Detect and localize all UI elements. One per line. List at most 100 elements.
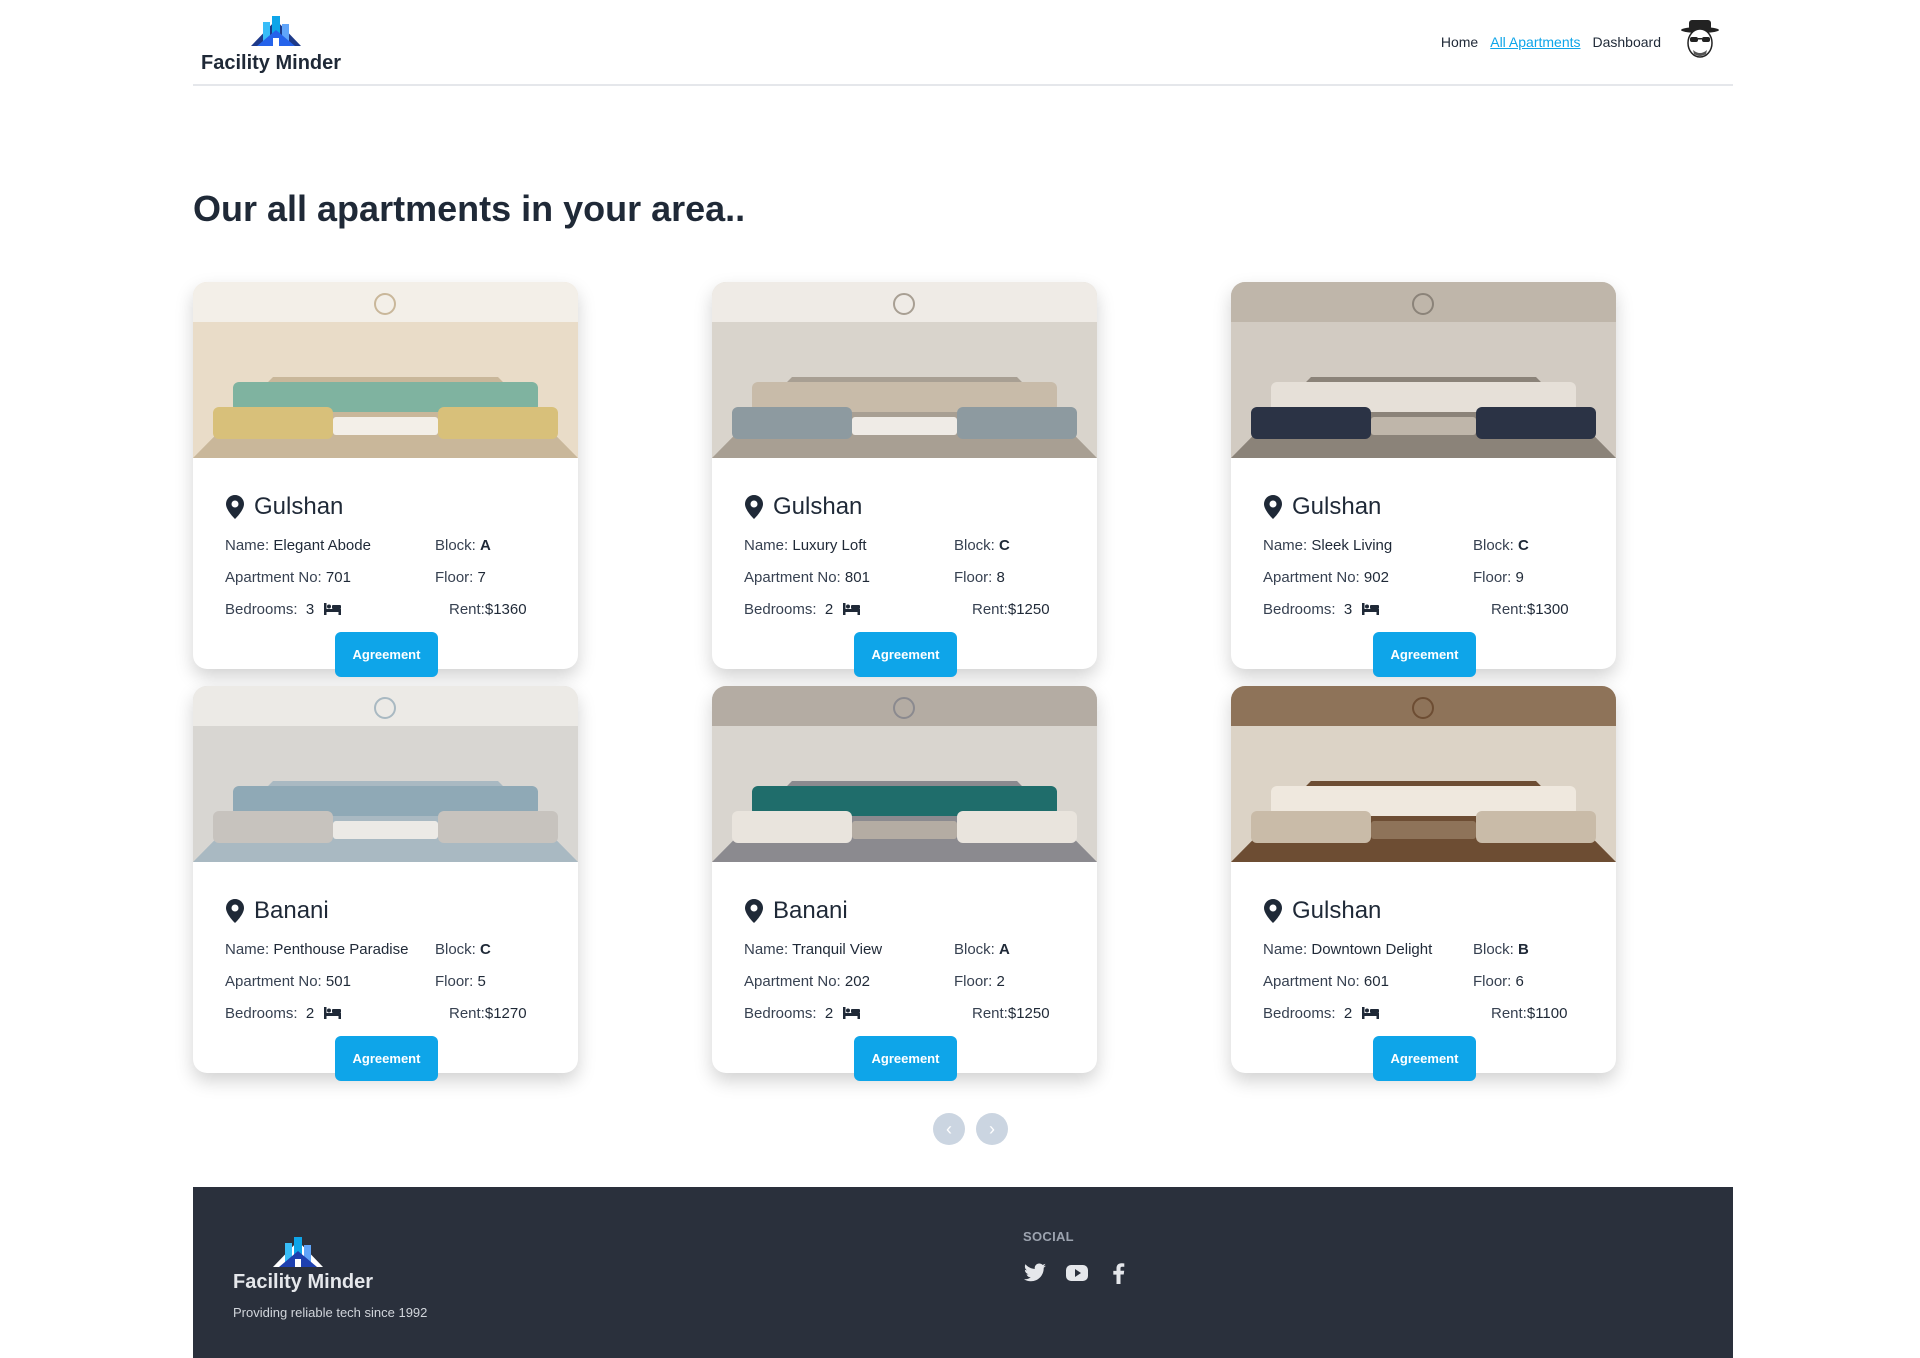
apartment-floor-row: Apartment No: 902 Floor: 9 <box>1263 569 1584 586</box>
name-block-row: Name: Penthouse Paradise Block: C <box>225 941 546 958</box>
apartment-name: Luxury Loft <box>792 537 867 554</box>
apartment-no-value: 601 <box>1363 973 1389 990</box>
apartment-image <box>1231 686 1616 862</box>
footer-logo-icon <box>273 1237 323 1267</box>
apartment-no-value: 902 <box>1363 569 1389 586</box>
rent-label: Rent: <box>1491 601 1527 618</box>
nav-home[interactable]: Home <box>1441 34 1478 50</box>
floor-label: Floor: <box>435 973 474 990</box>
apartment-location: Banani <box>226 897 329 925</box>
apartment-name: Sleek Living <box>1311 537 1393 554</box>
bed-icon <box>1362 603 1380 615</box>
twitter-icon[interactable] <box>1023 1261 1047 1285</box>
block-label: Block: <box>435 537 476 554</box>
bedrooms-value: 2 <box>1343 1005 1353 1022</box>
apartment-no-label: Apartment No: <box>744 569 841 586</box>
name-block-row: Name: Tranquil View Block: A <box>744 941 1065 958</box>
block-value: C <box>480 941 491 958</box>
apartment-location: Gulshan <box>1264 493 1381 521</box>
next-page-button[interactable]: › <box>976 1113 1008 1145</box>
location-name: Gulshan <box>1292 897 1382 924</box>
apartment-card: Banani Name: Tranquil View Block: A Apar… <box>712 686 1097 1081</box>
agreement-button[interactable]: Agreement <box>335 632 438 677</box>
bedrooms-label: Bedrooms: <box>1263 601 1336 618</box>
nav-dashboard[interactable]: Dashboard <box>1593 34 1662 50</box>
name-block-row: Name: Sleek Living Block: C <box>1263 537 1584 554</box>
agreement-button[interactable]: Agreement <box>854 1036 957 1081</box>
location-pin-icon <box>745 495 763 519</box>
bed-icon <box>843 1007 861 1019</box>
apartment-no-label: Apartment No: <box>1263 569 1360 586</box>
location-pin-icon <box>226 899 244 923</box>
rent-label: Rent: <box>1491 1005 1527 1022</box>
rent-label: Rent: <box>449 601 485 618</box>
apartment-no-label: Apartment No: <box>1263 973 1360 990</box>
bed-icon <box>324 603 342 615</box>
bed-icon <box>324 1007 342 1019</box>
name-block-row: Name: Downtown Delight Block: B <box>1263 941 1584 958</box>
nav-links: Home All Apartments Dashboard <box>1441 34 1661 50</box>
block-label: Block: <box>954 537 995 554</box>
facebook-icon[interactable] <box>1107 1261 1131 1285</box>
apartment-no-label: Apartment No: <box>744 973 841 990</box>
floor-label: Floor: <box>954 569 993 586</box>
agreement-button[interactable]: Agreement <box>1373 632 1476 677</box>
bedrooms-value: 2 <box>824 601 834 618</box>
location-name: Gulshan <box>1292 493 1382 520</box>
floor-value: 8 <box>996 569 1005 586</box>
agreement-button[interactable]: Agreement <box>335 1036 438 1081</box>
bedrooms-value: 3 <box>305 601 315 618</box>
floor-value: 5 <box>477 973 486 990</box>
agreement-button[interactable]: Agreement <box>1373 1036 1476 1081</box>
apartment-location: Gulshan <box>1264 897 1381 925</box>
apartment-image <box>1231 282 1616 458</box>
rent-value: $1250 <box>1007 601 1050 618</box>
bed-icon <box>1362 1007 1380 1019</box>
youtube-icon[interactable] <box>1065 1261 1089 1285</box>
name-label: Name: <box>225 537 270 554</box>
floor-value: 2 <box>996 973 1005 990</box>
nav-all-apartments[interactable]: All Apartments <box>1490 34 1580 50</box>
apartment-image <box>712 686 1097 862</box>
bedrooms-rent-row: Bedrooms: 2 Rent:$1100 <box>1263 1005 1584 1022</box>
apartment-location: Gulshan <box>226 493 343 521</box>
apartment-floor-row: Apartment No: 601 Floor: 6 <box>1263 973 1584 990</box>
apartment-card: Gulshan Name: Luxury Loft Block: C Apart… <box>712 282 1097 677</box>
bed-icon <box>843 603 861 615</box>
apartment-card: Gulshan Name: Elegant Abode Block: A Apa… <box>193 282 578 677</box>
rent-value: $1270 <box>484 1005 527 1022</box>
prev-page-button[interactable]: ‹ <box>933 1113 965 1145</box>
brand[interactable]: Facility Minder <box>201 10 351 80</box>
footer-brand-name: Facility Minder <box>233 1271 374 1293</box>
apartment-name: Penthouse Paradise <box>273 941 409 958</box>
bedrooms-value: 2 <box>824 1005 834 1022</box>
rent-value: $1250 <box>1007 1005 1050 1022</box>
footer: Facility Minder Providing reliable tech … <box>193 1187 1733 1358</box>
social-title: SOCIAL <box>1023 1229 1074 1244</box>
rent-label: Rent: <box>972 601 1008 618</box>
apartment-image <box>712 282 1097 458</box>
avatar[interactable] <box>1679 18 1721 62</box>
bedrooms-value: 2 <box>305 1005 315 1022</box>
block-value: A <box>999 941 1010 958</box>
location-pin-icon <box>1264 495 1282 519</box>
rent-value: $1100 <box>1526 1005 1568 1022</box>
location-pin-icon <box>745 899 763 923</box>
bedrooms-label: Bedrooms: <box>1263 1005 1336 1022</box>
bedrooms-rent-row: Bedrooms: 2 Rent:$1250 <box>744 601 1065 618</box>
apartment-floor-row: Apartment No: 701 Floor: 7 <box>225 569 546 586</box>
bedrooms-rent-row: Bedrooms: 3 Rent:$1360 <box>225 601 546 618</box>
floor-label: Floor: <box>954 973 993 990</box>
apartment-name: Elegant Abode <box>273 537 371 554</box>
apartment-no-value: 501 <box>325 973 351 990</box>
apartment-no-label: Apartment No: <box>225 973 322 990</box>
block-label: Block: <box>435 941 476 958</box>
location-name: Banani <box>773 897 848 924</box>
apartment-floor-row: Apartment No: 501 Floor: 5 <box>225 973 546 990</box>
apartment-floor-row: Apartment No: 801 Floor: 8 <box>744 569 1065 586</box>
agreement-button[interactable]: Agreement <box>854 632 957 677</box>
apartment-card: Banani Name: Penthouse Paradise Block: C… <box>193 686 578 1081</box>
apartment-card: Gulshan Name: Downtown Delight Block: B … <box>1231 686 1616 1081</box>
navbar: Facility Minder Home All Apartments Dash… <box>193 0 1733 86</box>
name-label: Name: <box>744 941 789 958</box>
